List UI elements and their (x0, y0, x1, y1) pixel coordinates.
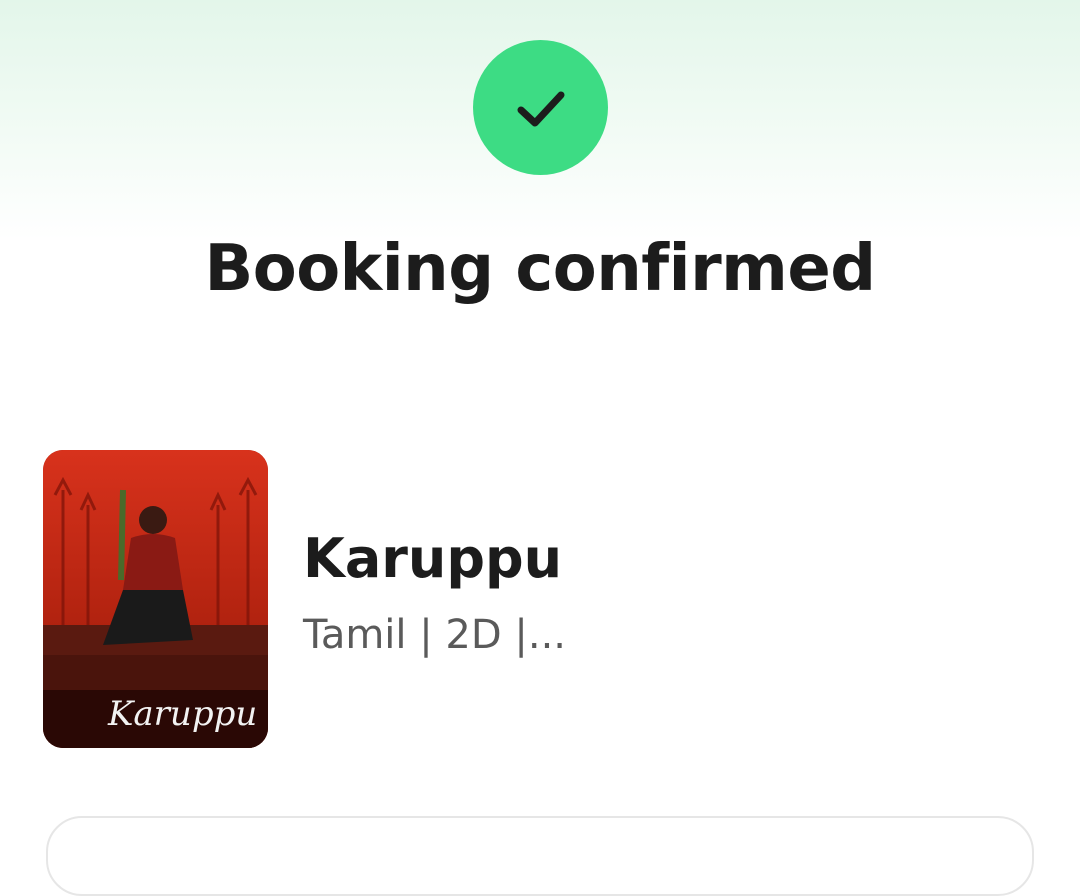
check-icon (517, 91, 564, 126)
success-badge (473, 40, 608, 175)
poster-image: Karuppu (43, 450, 268, 748)
page-title: Booking confirmed (204, 232, 876, 306)
movie-meta: Tamil | 2D |... (303, 612, 567, 658)
movie-title: Karuppu (303, 527, 563, 590)
booking-details-card (46, 816, 1034, 896)
poster-logo: Karuppu (107, 694, 257, 734)
movie-poster[interactable]: Karuppu (43, 450, 268, 748)
